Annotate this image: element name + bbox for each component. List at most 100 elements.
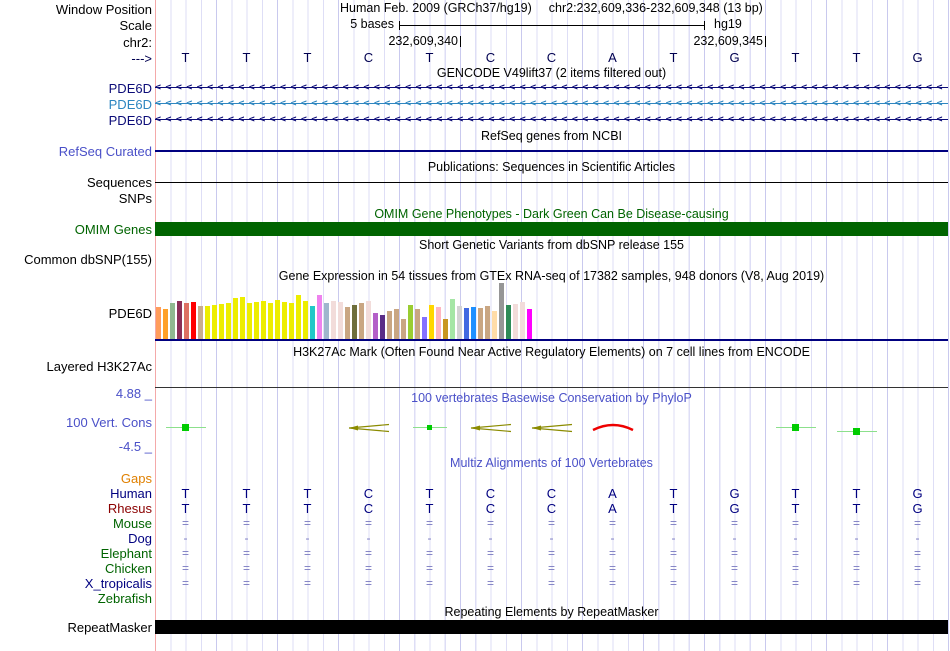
gtex-tissue-bar[interactable] [282,302,287,339]
gtex-tissue-bar[interactable] [324,303,329,339]
gtex-tissue-bar[interactable] [170,303,175,339]
gtex-tissue-bar[interactable] [520,302,525,339]
gtex-tissue-bar[interactable] [345,307,350,339]
strand-chevrons: <<<<<<<<<<<<<<<<<<<<<<<<<<<<<<<<<<<<<<<<… [155,113,947,126]
gtex-tissue-bar[interactable] [394,309,399,339]
snps-label[interactable]: SNPs [0,191,152,206]
gtex-tissue-bar[interactable] [268,303,273,339]
gtex-tissue-bar[interactable] [156,307,161,339]
phylop-negative-mark[interactable] [469,421,513,433]
gtex-tissue-bar[interactable] [436,307,441,339]
gtex-tissue-bar[interactable] [310,306,315,339]
alignment-symbol: = [460,546,521,561]
phylop-negative-mark[interactable] [347,421,391,433]
alignment-symbol: = [826,546,887,561]
multiz-species-label[interactable]: Mouse [0,516,152,531]
gtex-tissue-bar[interactable] [338,302,343,339]
gtex-tissue-bar[interactable] [177,301,182,339]
gtex-tissue-bar[interactable] [499,283,504,339]
gtex-tissue-bar[interactable] [450,299,455,339]
gtex-tissue-bar[interactable] [373,313,378,339]
window-coordinates-text: chr2:232,609,336-232,609,348 (13 bp) [549,1,763,15]
refseq-curated-label[interactable]: RefSeq Curated [0,144,152,159]
gtex-tissue-bar[interactable] [352,305,357,339]
phylop-positive-mark[interactable] [837,427,877,436]
gtex-tissue-bar[interactable] [408,305,413,339]
gtex-tissue-bar[interactable] [359,303,364,339]
gencode-transcript-row[interactable]: <<<<<<<<<<<<<<<<<<<<<<<<<<<<<<<<<<<<<<<<… [155,113,948,126]
gtex-tissue-bar[interactable] [240,297,245,339]
gtex-tissue-bar[interactable] [457,306,462,339]
multiz-species-label[interactable]: Rhesus [0,501,152,516]
gtex-tissue-bar[interactable] [303,301,308,339]
gtex-tissue-bar[interactable] [254,302,259,339]
ruler-tick-value: 232,609,345 [693,35,763,48]
gencode-item-label[interactable]: PDE6D [0,113,152,128]
multiz-species-label[interactable]: X_tropicalis [0,576,152,591]
sequence-base: T [399,50,460,65]
gtex-tissue-bar[interactable] [184,303,189,339]
gtex-tissue-bar[interactable] [163,309,168,339]
omim-genes-label[interactable]: OMIM Genes [0,222,152,237]
gtex-tissue-bar[interactable] [233,298,238,339]
repeatmasker-label[interactable]: RepeatMasker [0,620,152,635]
gencode-transcript-row[interactable]: <<<<<<<<<<<<<<<<<<<<<<<<<<<<<<<<<<<<<<<<… [155,97,948,110]
phylop-positive-mark[interactable] [413,423,447,432]
gtex-tissue-bar[interactable] [506,305,511,339]
gtex-tissue-bar[interactable] [226,303,231,339]
gtex-tissue-bar[interactable] [471,307,476,339]
gtex-tissue-bar[interactable] [212,305,217,339]
multiz-species-label[interactable]: Chicken [0,561,152,576]
publications-sequence-bar[interactable] [155,182,948,183]
gtex-tissue-bar[interactable] [478,308,483,339]
gencode-item-label[interactable]: PDE6D [0,81,152,96]
gtex-tissue-bar[interactable] [422,317,427,339]
multiz-species-label[interactable]: Gaps [0,471,152,486]
gtex-tissue-bar[interactable] [219,304,224,339]
multiz-species-label[interactable]: Dog [0,531,152,546]
alignment-symbol: = [216,546,277,561]
gtex-gene-label[interactable]: PDE6D [0,306,152,321]
phylop-track-label[interactable]: 100 Vert. Cons [0,415,152,430]
phylop-peak-mark[interactable] [589,419,637,433]
gtex-tissue-bar[interactable] [296,295,301,339]
sequences-label[interactable]: Sequences [0,175,152,190]
multiz-species-label[interactable]: Elephant [0,546,152,561]
gtex-tissue-bar[interactable] [513,304,518,339]
phylop-negative-mark[interactable] [530,421,574,433]
repeatmasker-element-bar[interactable] [155,620,948,634]
gtex-tissue-bar[interactable] [380,315,385,339]
gtex-tissue-bar[interactable] [366,301,371,339]
refseq-gene-bar[interactable] [155,150,948,152]
gtex-tissue-bar[interactable] [317,295,322,339]
gtex-tissue-bar[interactable] [387,311,392,339]
gtex-tissue-bar[interactable] [275,300,280,339]
gtex-tissue-bar[interactable] [401,319,406,339]
gtex-tissue-bar[interactable] [205,306,210,339]
gtex-tissue-bar[interactable] [527,309,532,339]
alignment-symbol: = [277,546,338,561]
gtex-tissue-bar[interactable] [331,301,336,339]
gtex-tissue-bar[interactable] [485,306,490,339]
gtex-tissue-bar[interactable] [492,311,497,339]
gtex-tissue-bar[interactable] [198,306,203,339]
gtex-tissue-bar[interactable] [247,303,252,339]
multiz-species-label[interactable]: Human [0,486,152,501]
gtex-tissue-bar[interactable] [289,303,294,339]
gtex-tissue-bar[interactable] [261,301,266,339]
layered-h3k27ac-label[interactable]: Layered H3K27Ac [0,359,152,374]
gtex-tissue-bar[interactable] [443,319,448,339]
gtex-tissue-bar[interactable] [415,309,420,339]
alignment-symbol: = [338,576,399,591]
alignment-symbol: = [521,576,582,591]
gtex-tissue-bar[interactable] [464,308,469,339]
gtex-tissue-bar[interactable] [191,302,196,339]
gencode-item-label[interactable]: PDE6D [0,97,152,112]
phylop-positive-mark[interactable] [166,423,206,432]
multiz-species-label[interactable]: Zebrafish [0,591,152,606]
common-dbsnp-label[interactable]: Common dbSNP(155) [0,252,152,267]
omim-gene-bar[interactable] [155,222,948,236]
gtex-tissue-bar[interactable] [429,305,434,339]
gencode-transcript-row[interactable]: <<<<<<<<<<<<<<<<<<<<<<<<<<<<<<<<<<<<<<<<… [155,81,948,94]
phylop-positive-mark[interactable] [776,423,816,432]
